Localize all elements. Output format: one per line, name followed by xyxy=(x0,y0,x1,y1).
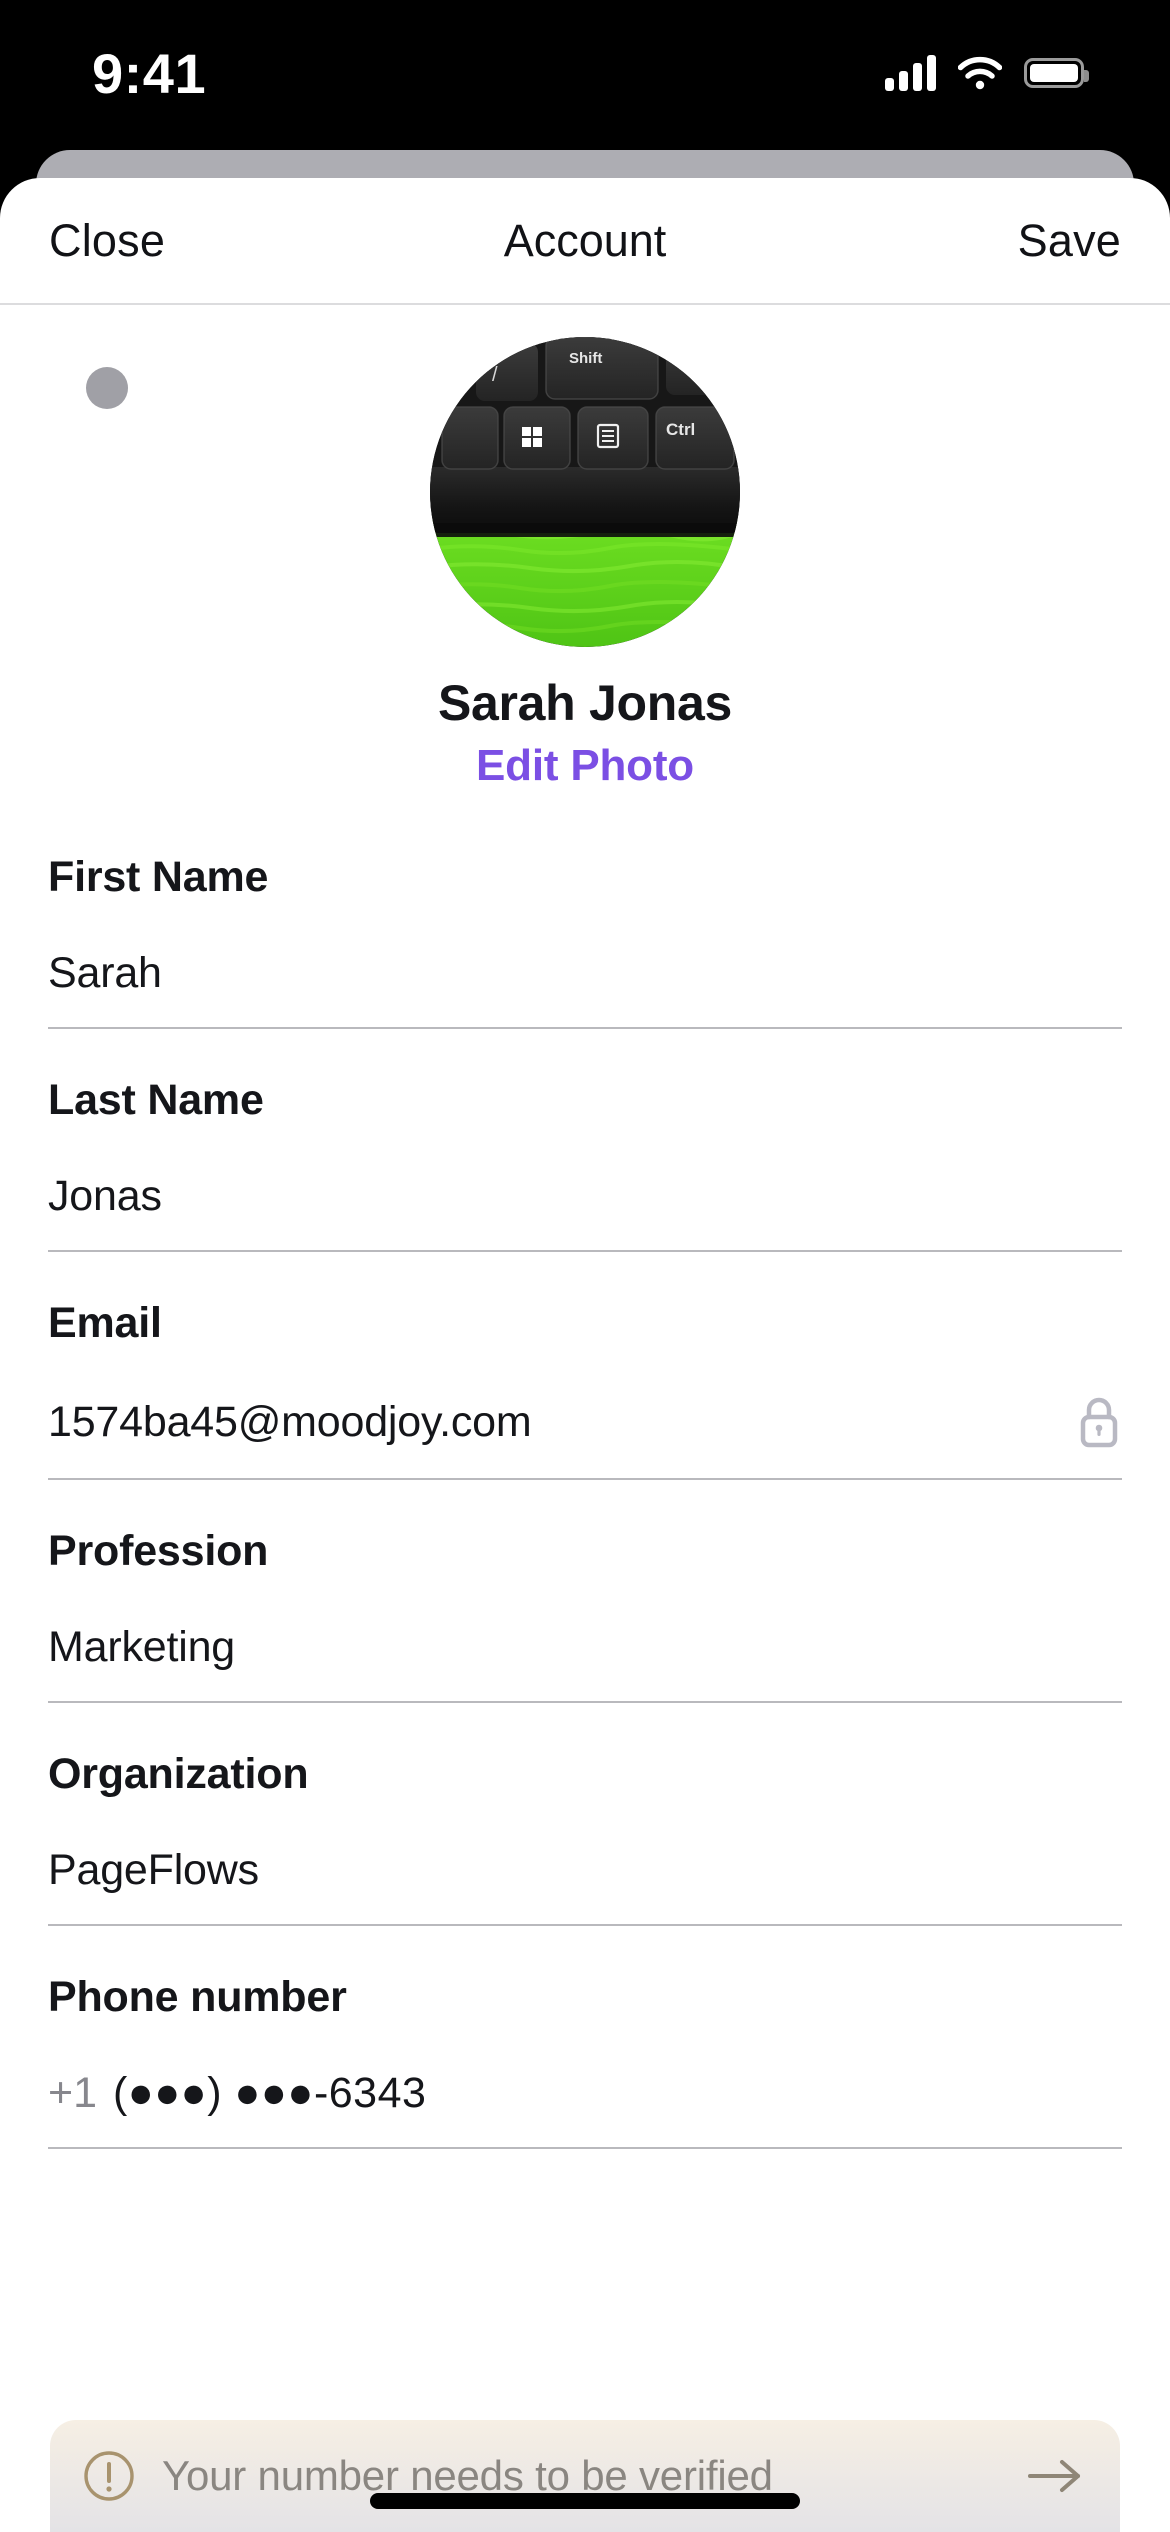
field-label: First Name xyxy=(48,853,269,901)
profession-input[interactable]: Marketing xyxy=(48,1623,235,1672)
field-label: Email xyxy=(48,1299,162,1347)
avatar[interactable]: Shift / Ctrl xyxy=(430,337,740,647)
verification-banner[interactable]: Your number needs to be verified xyxy=(50,2420,1120,2532)
account-form: First Name Sarah Last Name Jonas Email 1… xyxy=(0,853,1170,2149)
account-modal-sheet: Close Account Save Shift / Ctrl Sarah Jo… xyxy=(0,178,1170,2532)
phone-screen: 9:41 Close Account Save Shift / Ctrl Sar… xyxy=(0,0,1170,2532)
navigation-bar: Close Account Save xyxy=(0,178,1170,305)
field-input-row[interactable]: Jonas xyxy=(48,1172,1122,1252)
field-first-name: First Name Sarah xyxy=(0,853,1170,1029)
save-button[interactable]: Save xyxy=(1018,215,1121,267)
field-last-name: Last Name Jonas xyxy=(0,1076,1170,1252)
field-label: Organization xyxy=(48,1750,309,1798)
wifi-icon xyxy=(958,56,1002,90)
svg-text:/: / xyxy=(492,364,498,386)
status-bar-time: 9:41 xyxy=(92,41,207,105)
home-indicator xyxy=(370,2493,800,2509)
profile-name: Sarah Jonas xyxy=(437,675,733,731)
first-name-input[interactable]: Sarah xyxy=(48,949,162,998)
loading-placeholder-dot xyxy=(86,367,128,409)
avatar-photo: Shift / Ctrl xyxy=(430,337,740,647)
cellular-bars-icon xyxy=(885,55,936,91)
last-name-input[interactable]: Jonas xyxy=(48,1172,162,1221)
field-phone-number: Phone number +1 (●●●) ●●●-6343 xyxy=(0,1973,1170,2149)
phone-country-code: +1 xyxy=(48,2069,98,2117)
status-bar: 9:41 xyxy=(0,0,1170,138)
svg-text:Shift: Shift xyxy=(569,350,602,367)
field-organization: Organization PageFlows xyxy=(0,1750,1170,1926)
field-input-row[interactable]: PageFlows xyxy=(48,1846,1122,1926)
warning-circle-icon xyxy=(84,2451,134,2501)
field-input-row[interactable]: Marketing xyxy=(48,1623,1122,1703)
status-bar-icons xyxy=(885,55,1089,91)
field-email: Email 1574ba45@moodjoy.com xyxy=(0,1299,1170,1480)
field-label: Last Name xyxy=(48,1076,264,1124)
edit-photo-button[interactable]: Edit Photo xyxy=(0,741,1170,791)
page-title: Account xyxy=(503,214,667,266)
email-input: 1574ba45@moodjoy.com xyxy=(48,1397,532,1446)
field-input-row[interactable]: Sarah xyxy=(48,949,1122,1029)
profile-header: Shift / Ctrl Sarah Jonas Edit Photo xyxy=(0,305,1170,791)
phone-number-value: (●●●) ●●●-6343 xyxy=(113,2069,427,2117)
arrow-right-icon[interactable] xyxy=(1026,2454,1086,2498)
phone-number-input[interactable]: +1 (●●●) ●●●-6343 xyxy=(48,2069,426,2118)
field-input-row: 1574ba45@moodjoy.com xyxy=(48,1395,1122,1480)
organization-input[interactable]: PageFlows xyxy=(48,1846,259,1895)
battery-full-icon xyxy=(1024,58,1089,88)
svg-text:Ctrl: Ctrl xyxy=(666,420,695,439)
field-label: Profession xyxy=(48,1527,269,1575)
field-input-row[interactable]: +1 (●●●) ●●●-6343 xyxy=(48,2069,1122,2149)
lock-icon xyxy=(1080,1397,1118,1448)
field-profession: Profession Marketing xyxy=(0,1527,1170,1703)
close-button[interactable]: Close xyxy=(49,215,165,267)
field-label: Phone number xyxy=(48,1973,347,2021)
